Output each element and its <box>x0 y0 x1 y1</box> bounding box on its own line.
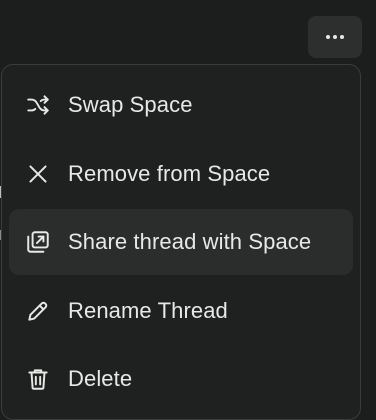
ellipsis-horizontal-icon <box>326 35 344 39</box>
more-options-button[interactable] <box>308 16 362 58</box>
menu-item-swap-space[interactable]: Swap Space <box>9 72 353 138</box>
share-to-space-icon <box>24 228 52 256</box>
menu-item-remove-from-space[interactable]: Remove from Space <box>9 141 353 207</box>
shuffle-icon <box>24 91 52 119</box>
trash-icon <box>24 365 52 393</box>
close-icon <box>24 160 52 188</box>
pencil-icon <box>24 297 52 325</box>
menu-item-label: Delete <box>68 366 133 391</box>
menu-item-label: Remove from Space <box>68 160 271 186</box>
menu-item-label: Swap Space <box>68 92 193 117</box>
menu-item-delete[interactable]: Delete <box>9 346 353 412</box>
menu-item-rename-thread[interactable]: Rename Thread <box>9 278 353 344</box>
menu-item-share-thread-with-space[interactable]: Share thread with Space <box>9 209 353 275</box>
menu-item-label: Rename Thread <box>68 297 228 323</box>
menu-item-label: Share thread with Space <box>68 229 312 254</box>
context-menu: Swap Space Remove from Space Share threa… <box>1 64 361 420</box>
